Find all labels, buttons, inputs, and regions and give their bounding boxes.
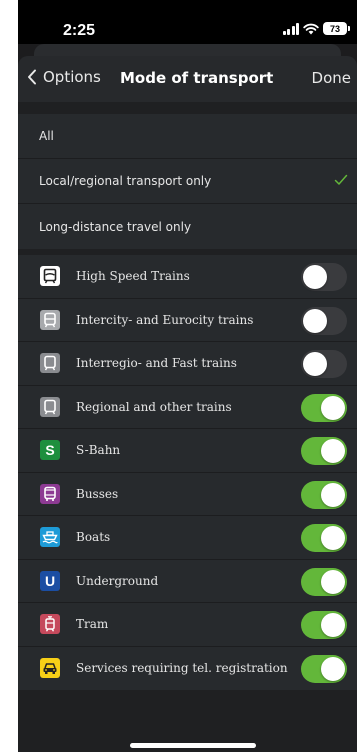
page-title: Mode of transport <box>120 69 274 87</box>
status-time: 2:25 <box>63 22 96 39</box>
toggle-knob <box>321 613 345 637</box>
filter-option-local-regional[interactable]: Local/regional transport only <box>18 159 357 204</box>
back-button[interactable]: Options <box>27 68 101 86</box>
navigation-bar: Options Mode of transport Done <box>18 56 357 102</box>
filter-label: Long-distance travel only <box>39 219 192 234</box>
toggle-knob <box>321 656 345 681</box>
transport-row-intercity[interactable]: Intercity- and Eurocity trains <box>18 299 357 342</box>
toggle-knob <box>303 352 327 376</box>
phone-screen: 2:25 73 Options Mode of transport Done A… <box>18 0 357 752</box>
back-button-label: Options <box>43 68 101 86</box>
interregio-trains-toggle[interactable] <box>301 350 347 378</box>
transport-label: Interregio- and Fast trains <box>76 356 237 370</box>
toggle-knob <box>321 482 345 507</box>
busses-toggle[interactable] <box>301 480 347 509</box>
transport-label: High Speed Trains <box>76 269 190 283</box>
s-bahn-icon: S <box>40 440 60 460</box>
on-demand-service-icon <box>40 657 60 678</box>
transport-row-boats[interactable]: Boats <box>18 516 357 560</box>
transport-label: Regional and other trains <box>76 399 232 414</box>
transport-row-high-speed-trains[interactable]: High Speed Trains <box>18 255 357 299</box>
toggle-knob <box>321 439 345 463</box>
transport-label: Underground <box>76 573 159 588</box>
filter-label: All <box>39 129 54 143</box>
intercity-trains-toggle[interactable] <box>301 306 347 335</box>
filter-option-long-distance[interactable]: Long-distance travel only <box>18 204 357 249</box>
transport-row-s-bahn[interactable]: S S-Bahn <box>18 429 357 473</box>
tram-toggle[interactable] <box>301 611 347 639</box>
chevron-left-icon <box>28 69 36 85</box>
intercity-train-icon <box>40 309 60 330</box>
status-bar: 2:25 73 <box>18 0 357 44</box>
s-bahn-toggle[interactable] <box>301 437 347 465</box>
transport-row-interregio[interactable]: Interregio- and Fast trains <box>18 342 357 386</box>
underground-toggle[interactable] <box>301 567 347 596</box>
transport-row-busses[interactable]: Busses <box>18 473 357 516</box>
transport-mode-list: High Speed Trains Intercity- and Eurocit… <box>18 255 357 690</box>
tram-icon <box>40 614 60 634</box>
transport-label: Tram <box>76 617 109 631</box>
boats-toggle[interactable] <box>301 524 347 552</box>
filter-list: All Local/regional transport only Long-d… <box>18 114 357 249</box>
wifi-icon <box>303 23 319 34</box>
filter-option-all[interactable]: All <box>18 114 357 159</box>
transport-label: Busses <box>76 486 119 501</box>
battery-icon: 73 <box>323 22 350 35</box>
transport-row-underground[interactable]: U Underground <box>18 560 357 603</box>
tel-registration-services-toggle[interactable] <box>301 654 347 683</box>
toggle-knob <box>303 265 327 289</box>
transport-label: Intercity- and Eurocity trains <box>76 312 254 327</box>
bus-icon <box>40 483 60 504</box>
underground-icon: U <box>40 570 60 591</box>
toggle-knob <box>321 569 345 594</box>
transport-row-tel-registration[interactable]: Services requiring tel. registration <box>18 647 357 691</box>
status-icons: 73 <box>282 22 350 35</box>
regional-train-icon <box>40 396 60 417</box>
mode-of-transport-sheet: Options Mode of transport Done All Local… <box>18 56 357 752</box>
transport-row-tram[interactable]: Tram <box>18 603 357 647</box>
high-speed-trains-toggle[interactable] <box>301 263 347 291</box>
home-indicator[interactable] <box>130 743 256 748</box>
regional-trains-toggle[interactable] <box>301 393 347 422</box>
checkmark-icon <box>334 174 348 185</box>
transport-label: S-Bahn <box>76 443 121 457</box>
high-speed-train-icon <box>40 266 60 286</box>
transport-label: Services requiring tel. registration <box>76 660 288 675</box>
toggle-knob <box>321 395 345 420</box>
toggle-knob <box>321 526 345 550</box>
done-button[interactable]: Done <box>312 69 351 87</box>
cellular-signal-icon <box>282 22 299 35</box>
transport-label: Boats <box>76 530 111 544</box>
filter-label: Local/regional transport only <box>39 174 212 188</box>
boat-icon <box>40 527 60 547</box>
toggle-knob <box>303 308 327 333</box>
interregio-train-icon <box>40 353 60 373</box>
transport-row-regional[interactable]: Regional and other trains <box>18 386 357 429</box>
